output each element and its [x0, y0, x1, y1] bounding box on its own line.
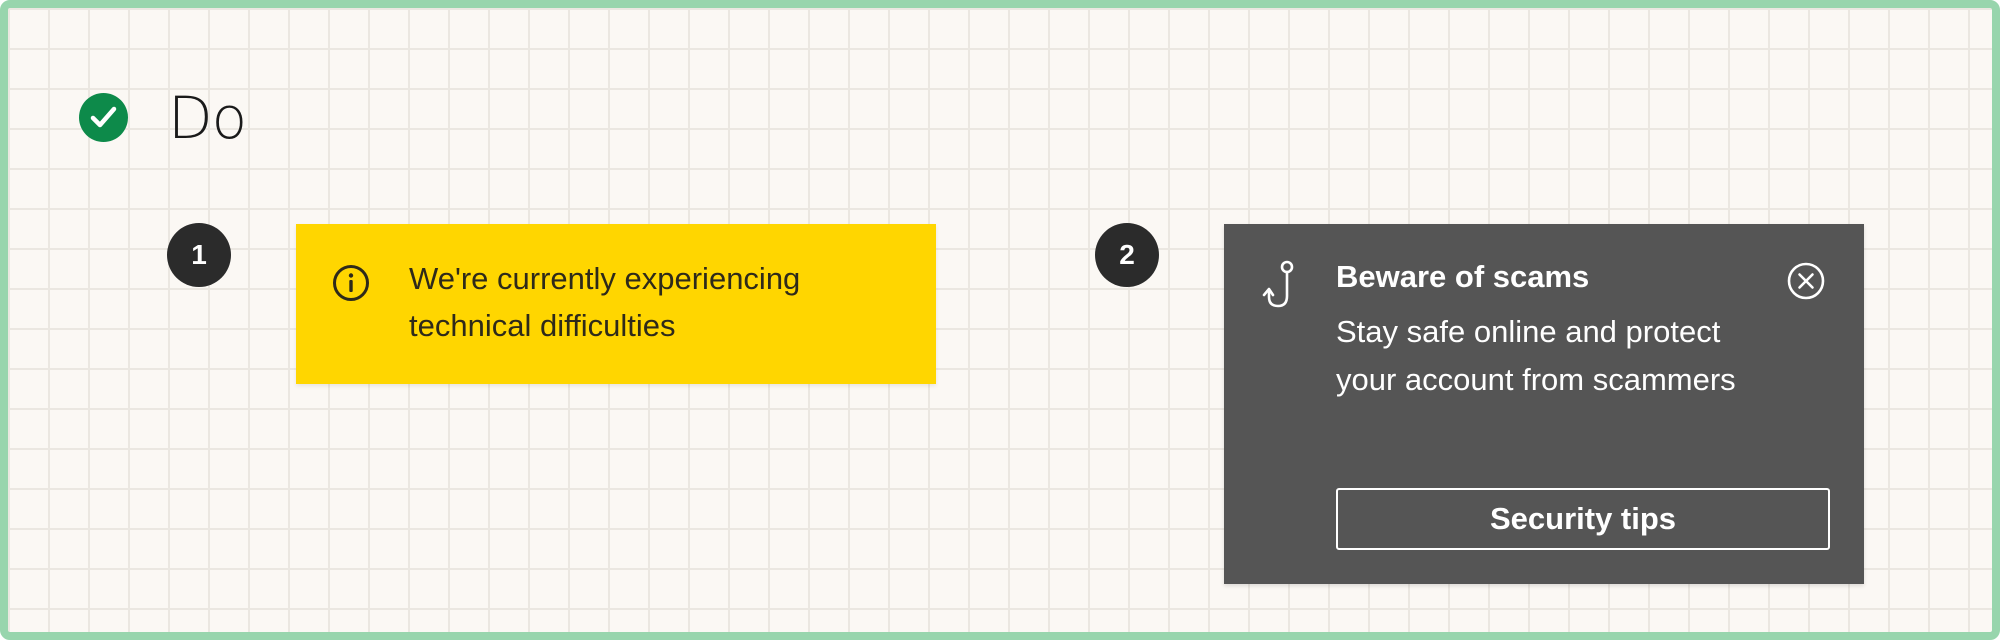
fishing-hook-icon	[1262, 260, 1294, 308]
check-circle-icon	[79, 93, 128, 142]
toast-body: Stay safe online and protect your accoun…	[1336, 314, 1736, 397]
close-icon[interactable]	[1786, 261, 1826, 301]
info-circle-icon	[333, 265, 369, 301]
toast-title: Beware of scams	[1336, 259, 1590, 294]
security-tips-button[interactable]: Security tips	[1336, 488, 1830, 550]
banner-message: We're currently experiencing technical d…	[409, 261, 801, 343]
info-banner: We're currently experiencing technical d…	[296, 224, 936, 384]
step-badge-2: 2	[1095, 223, 1159, 287]
do-example-card: Do 1 We're currently experiencing techni…	[0, 0, 2000, 640]
scam-warning-toast: Beware of scams Stay safe online and pro…	[1224, 224, 1864, 584]
step-badge-1: 1	[167, 223, 231, 287]
do-heading: Do	[168, 84, 247, 152]
